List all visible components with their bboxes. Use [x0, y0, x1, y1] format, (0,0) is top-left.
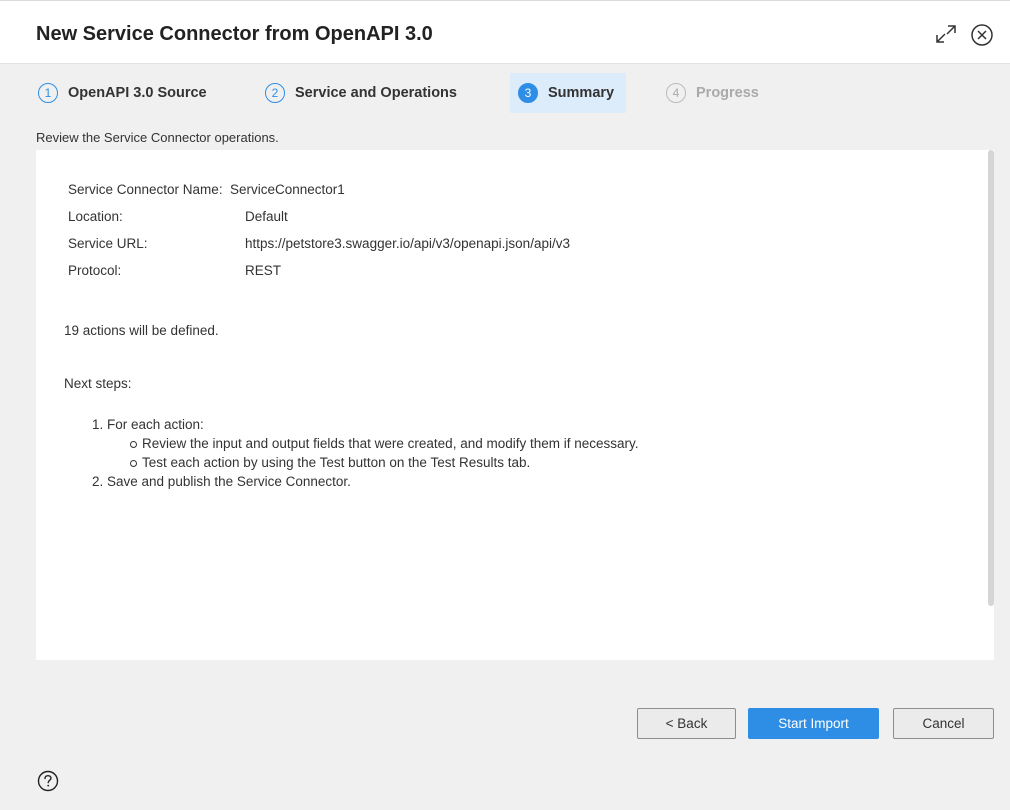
next-step-subitem: Test each action by using the Test butto… [92, 453, 639, 472]
next-step-subitem: Review the input and output fields that … [92, 434, 639, 453]
instruction-text: Review the Service Connector operations. [36, 130, 279, 145]
start-import-button[interactable]: Start Import [748, 708, 879, 739]
info-value: Default [245, 209, 288, 224]
next-steps-heading: Next steps: [64, 376, 132, 391]
info-value: REST [245, 263, 282, 278]
step-label: Progress [696, 85, 759, 101]
info-label: Location: [68, 209, 123, 224]
step-number: 3 [518, 83, 538, 103]
next-step-item: 1. For each action: [92, 417, 204, 432]
info-label: Protocol: [68, 263, 122, 278]
info-label: Service Connector Name: [68, 182, 223, 197]
back-button[interactable]: < Back [637, 708, 736, 739]
info-label: Service URL: [68, 236, 148, 251]
actions-count-note: 19 actions will be defined. [64, 323, 219, 338]
step-number: 1 [38, 83, 58, 103]
dialog-title: New Service Connector from OpenAPI 3.0 [36, 23, 433, 45]
step-label: Service and Operations [295, 85, 457, 101]
info-value: https://petstore3.swagger.io/api/v3/open… [245, 236, 570, 251]
close-icon[interactable] [970, 23, 994, 47]
step-label: Summary [548, 85, 615, 101]
step-number: 2 [265, 83, 285, 103]
next-steps-list: 1. For each action: Review the input and… [92, 415, 639, 491]
step-progress: 4 Progress [658, 73, 769, 113]
info-value: ServiceConnector1 [230, 182, 345, 197]
step-openapi-source[interactable]: 1 OpenAPI 3.0 Source [30, 73, 217, 113]
next-step-item: 2. Save and publish the Service Connecto… [92, 474, 351, 489]
panel-scrollbar[interactable] [988, 150, 994, 606]
step-number: 4 [666, 83, 686, 103]
step-summary[interactable]: 3 Summary [510, 73, 626, 113]
cancel-button[interactable]: Cancel [893, 708, 994, 739]
summary-panel: Service Connector Name: ServiceConnector… [36, 150, 994, 660]
wizard-steps: 1 OpenAPI 3.0 Source 2 Service and Opera… [30, 73, 990, 113]
expand-icon[interactable] [934, 23, 958, 45]
service-connector-dialog: New Service Connector from OpenAPI 3.0 1… [0, 0, 1010, 810]
help-icon[interactable] [37, 770, 59, 792]
dialog-header: New Service Connector from OpenAPI 3.0 [0, 1, 1010, 64]
step-label: OpenAPI 3.0 Source [68, 85, 207, 101]
step-service-and-operations[interactable]: 2 Service and Operations [257, 73, 467, 113]
